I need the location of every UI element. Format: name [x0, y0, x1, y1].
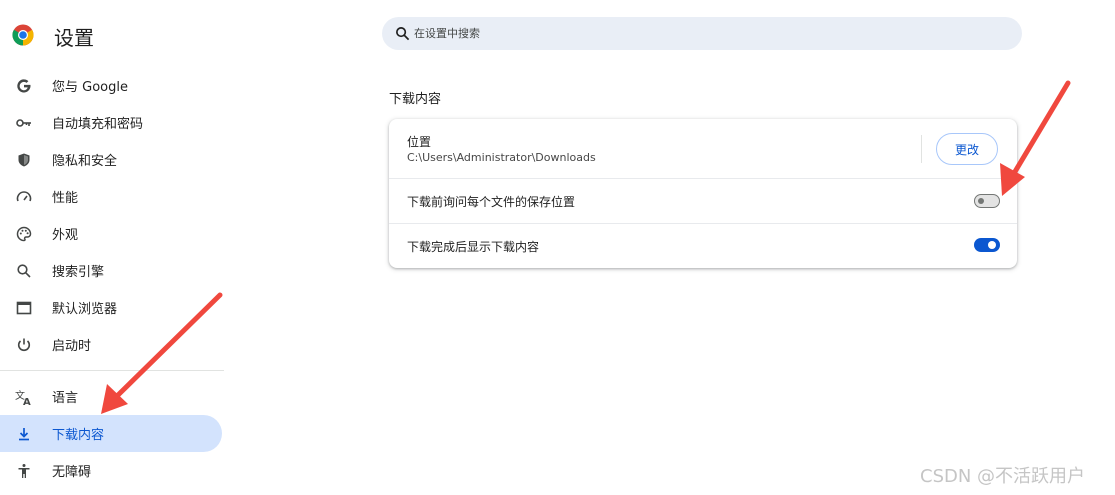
- sidebar-item-languages[interactable]: 文A 语言: [0, 378, 224, 415]
- search-bar[interactable]: [382, 17, 1022, 50]
- sidebar-item-accessibility[interactable]: 无障碍: [0, 452, 224, 489]
- sidebar-item-default-browser[interactable]: 默认浏览器: [0, 289, 224, 326]
- show-downloads-row[interactable]: 下载完成后显示下载内容: [389, 224, 1017, 268]
- location-row: 位置 C:\Users\Administrator\Downloads 更改: [389, 119, 1017, 179]
- speedometer-icon: [15, 188, 33, 206]
- sidebar-item-search-engine[interactable]: 搜索引擎: [0, 252, 224, 289]
- toggle-knob: [978, 197, 984, 204]
- sidebar-item-label: 默认浏览器: [52, 302, 118, 317]
- sidebar-item-label: 您与 Google: [52, 80, 128, 95]
- search-icon: [15, 262, 33, 280]
- sidebar-divider: [0, 370, 224, 371]
- row-separator: [921, 135, 922, 163]
- app-title: 设置: [54, 26, 94, 50]
- location-path: C:\Users\Administrator\Downloads: [407, 151, 596, 164]
- sidebar-item-you-and-google[interactable]: 您与 Google: [0, 67, 224, 104]
- location-title: 位置: [407, 135, 432, 149]
- sidebar-item-label: 搜索引擎: [52, 265, 105, 280]
- google-g-icon: [15, 77, 33, 95]
- power-icon: [15, 336, 33, 354]
- sidebar-item-appearance[interactable]: 外观: [0, 215, 224, 252]
- ask-where-to-save-toggle[interactable]: [974, 194, 1000, 208]
- sidebar-item-label: 外观: [52, 228, 79, 243]
- ask-where-to-save-label: 下载前询问每个文件的保存位置: [407, 195, 576, 209]
- sidebar-item-label: 自动填充和密码: [52, 117, 144, 132]
- downloads-settings-card: 位置 C:\Users\Administrator\Downloads 更改 下…: [389, 119, 1017, 268]
- sidebar-item-performance[interactable]: 性能: [0, 178, 224, 215]
- translate-icon: 文A: [15, 388, 33, 406]
- shield-icon: [15, 151, 33, 169]
- sidebar-item-label: 语言: [52, 391, 79, 406]
- change-location-button[interactable]: 更改: [936, 133, 998, 165]
- search-icon: [396, 27, 410, 41]
- ask-where-to-save-row[interactable]: 下载前询问每个文件的保存位置: [389, 179, 1017, 224]
- chrome-logo-icon: [12, 24, 34, 46]
- download-icon: [15, 425, 33, 443]
- sidebar: 您与 Google 自动填充和密码 隐私和安全 性能 外观 搜索引擎 默认浏览器…: [0, 67, 224, 489]
- palette-icon: [15, 225, 33, 243]
- sidebar-item-privacy[interactable]: 隐私和安全: [0, 141, 224, 178]
- key-icon: [15, 114, 33, 132]
- sidebar-item-label: 无障碍: [52, 465, 92, 480]
- toggle-knob: [988, 241, 996, 249]
- sidebar-item-downloads[interactable]: 下载内容: [0, 415, 222, 452]
- section-title: 下载内容: [389, 92, 442, 107]
- show-downloads-toggle[interactable]: [974, 238, 1000, 252]
- accessibility-icon: [15, 462, 33, 480]
- sidebar-item-autofill[interactable]: 自动填充和密码: [0, 104, 224, 141]
- sidebar-item-label: 下载内容: [52, 428, 105, 443]
- show-downloads-label: 下载完成后显示下载内容: [407, 240, 540, 254]
- search-input[interactable]: [414, 17, 974, 50]
- sidebar-item-label: 性能: [52, 191, 79, 206]
- browser-window-icon: [15, 299, 33, 317]
- sidebar-item-on-startup[interactable]: 启动时: [0, 326, 224, 363]
- sidebar-item-label: 隐私和安全: [52, 154, 118, 169]
- svg-text:A: A: [23, 397, 31, 406]
- sidebar-item-label: 启动时: [52, 339, 92, 354]
- watermark: CSDN @不活跃用户: [920, 466, 1086, 487]
